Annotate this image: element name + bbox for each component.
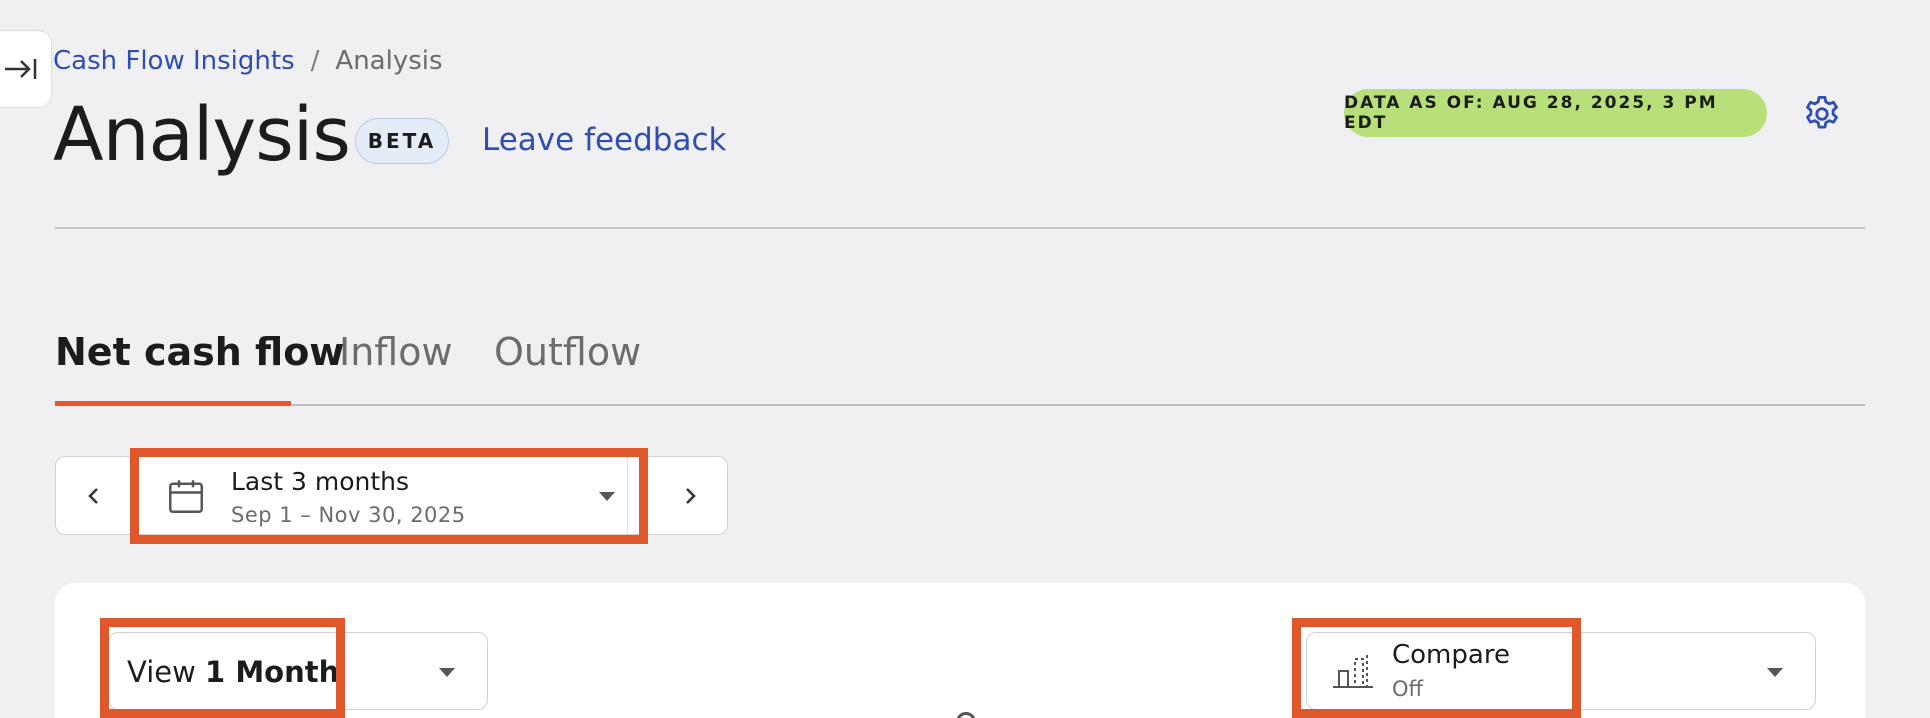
view-period-select[interactable]: View 1 Month [108,632,488,710]
cash-flow-tabs: Net cash flow Inflow Outflow [55,330,1865,406]
page-title: Analysis [53,92,351,178]
chevron-right-icon [686,487,696,504]
breadcrumb: Cash Flow Insights / Analysis [53,46,443,76]
view-value: 1 Month [205,655,340,689]
caret-down-icon [599,492,615,501]
tabs-baseline [55,404,1865,406]
header-divider [55,227,1865,229]
collapse-sidebar-icon [5,59,37,79]
tab-outflow[interactable]: Outflow [494,330,641,374]
view-period-text: View 1 Month [127,655,339,689]
compare-chart-icon [1331,651,1375,695]
caret-down-icon [439,668,455,677]
breadcrumb-separator: / [310,46,320,76]
compare-value: Off [1392,677,1423,701]
compare-label: Compare [1392,640,1510,670]
gear-icon [1806,95,1838,129]
tab-inflow[interactable]: Inflow [339,330,453,374]
next-period-button[interactable] [652,457,728,534]
caret-down-icon [1767,668,1783,677]
breadcrumb-current: Analysis [335,46,443,76]
previous-period-button[interactable] [56,457,132,534]
settings-button[interactable] [1801,93,1843,139]
leave-feedback-link[interactable]: Leave feedback [482,122,726,158]
compare-select[interactable]: Compare Off [1306,632,1816,710]
collapse-sidebar-button[interactable] [0,30,52,108]
active-tab-indicator [55,401,291,406]
date-range-select[interactable]: Last 3 months Sep 1 – Nov 30, 2025 [132,457,628,534]
breadcrumb-link-cash-flow-insights[interactable]: Cash Flow Insights [53,46,295,76]
calendar-icon [165,475,207,521]
chevron-left-icon [88,487,98,504]
date-range-control: Last 3 months Sep 1 – Nov 30, 2025 [55,456,728,535]
date-range-dates: Sep 1 – Nov 30, 2025 [231,503,466,527]
tab-net-cash-flow[interactable]: Net cash flow [55,330,344,374]
date-range-label: Last 3 months [231,467,410,496]
data-as-of-badge: DATA AS OF: AUG 28, 2025, 3 PM EDT [1344,89,1767,137]
view-prefix: View [127,655,196,689]
beta-badge: BETA [355,118,449,164]
